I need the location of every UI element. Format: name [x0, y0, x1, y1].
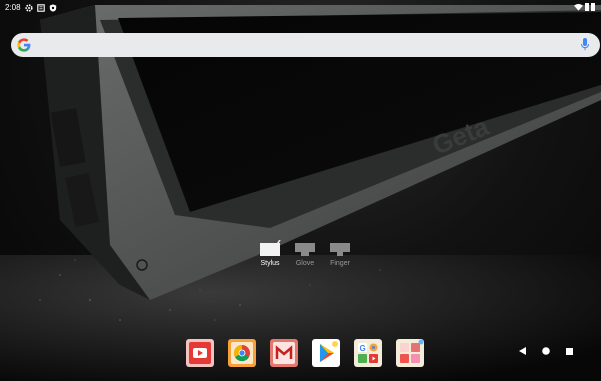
- status-time: 2:08: [5, 3, 21, 12]
- play-store-app[interactable]: [312, 339, 340, 367]
- status-bar: 2:08: [0, 0, 601, 16]
- wifi-icon: [574, 3, 583, 11]
- signal-icon: [585, 3, 589, 11]
- google-icon: [17, 38, 31, 52]
- finger-icon: [330, 243, 350, 256]
- mode-label: Glove: [295, 260, 315, 267]
- mode-stylus[interactable]: Stylus: [259, 240, 281, 267]
- navigation-bar: [519, 347, 573, 355]
- mic-icon[interactable]: [581, 38, 589, 51]
- gmail-icon: [273, 342, 295, 364]
- home-screen: Geta 2:08 Stylus Glove Finger G: [0, 0, 601, 381]
- play-store-icon: [320, 341, 338, 362]
- home-icon[interactable]: [542, 347, 550, 355]
- clipboard-icon: [36, 3, 45, 12]
- recents-icon[interactable]: [566, 347, 573, 355]
- shield-icon: [49, 3, 56, 12]
- chrome-app[interactable]: [228, 339, 256, 367]
- mode-finger[interactable]: Finger: [329, 240, 351, 267]
- google-folder-icon: G: [358, 343, 378, 363]
- search-bar[interactable]: [11, 33, 600, 57]
- back-icon[interactable]: [519, 347, 526, 355]
- battery-icon: [591, 3, 595, 11]
- glove-icon: [295, 243, 315, 256]
- tools-folder-icon: [400, 339, 424, 363]
- gmail-app[interactable]: [270, 339, 298, 367]
- stylus-icon: [260, 240, 281, 256]
- youtube-icon: [189, 342, 211, 364]
- mode-glove[interactable]: Glove: [294, 240, 316, 267]
- google-folder[interactable]: G: [354, 339, 382, 367]
- youtube-app[interactable]: [186, 339, 214, 367]
- mode-label: Finger: [330, 260, 350, 267]
- chrome-icon: [231, 342, 253, 364]
- svg-text:G: G: [360, 344, 366, 353]
- gear-icon: [24, 3, 33, 12]
- input-mode-selector: Stylus Glove Finger: [259, 240, 351, 267]
- app-dock: G: [186, 339, 424, 367]
- tools-folder[interactable]: [396, 339, 424, 367]
- mode-label: Stylus: [260, 260, 280, 267]
- wallpaper: Geta: [0, 5, 601, 381]
